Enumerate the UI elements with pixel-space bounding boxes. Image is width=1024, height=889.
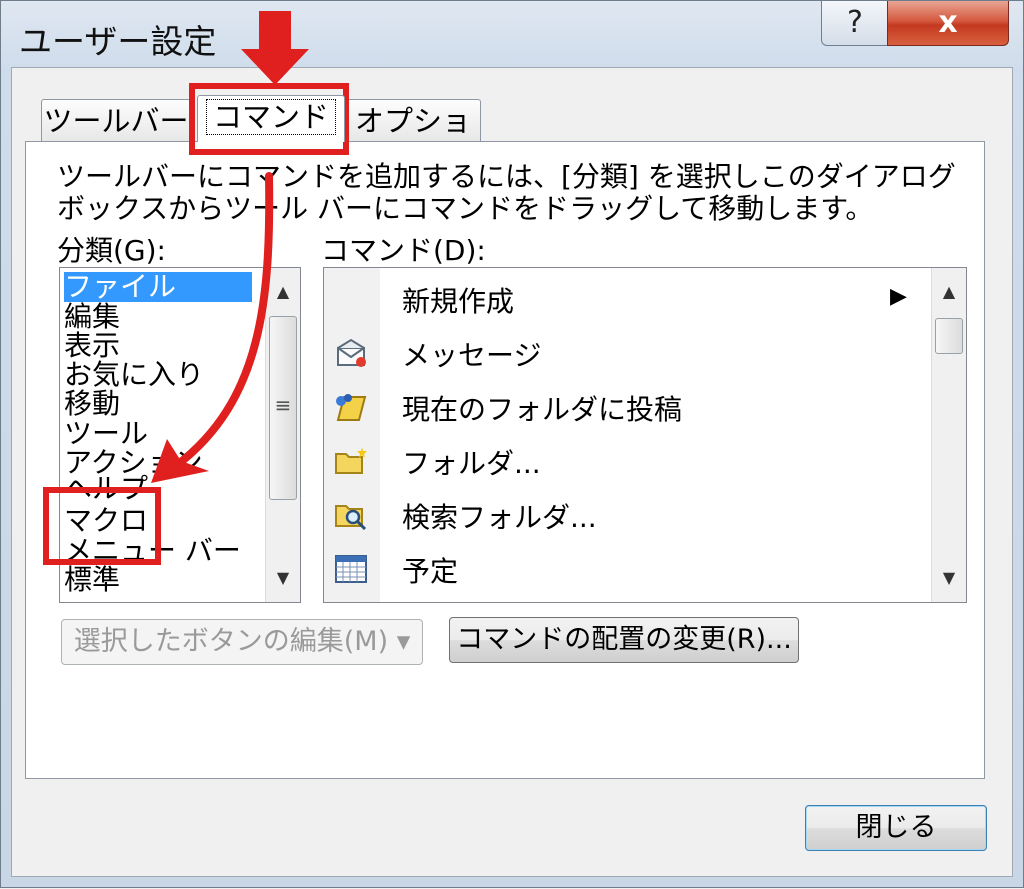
annotation-down-arrow-icon xyxy=(241,11,309,85)
tab-commands-label: コマンド xyxy=(205,99,336,135)
dialog-window: ユーザー設定 ? x ツールバー コマンド オプション ツールバーにコマンドを追… xyxy=(0,0,1024,888)
tab-commands[interactable]: コマンド xyxy=(197,95,345,142)
annotation-arrows xyxy=(151,11,309,483)
annotation-curve-arrow-icon xyxy=(173,172,274,469)
